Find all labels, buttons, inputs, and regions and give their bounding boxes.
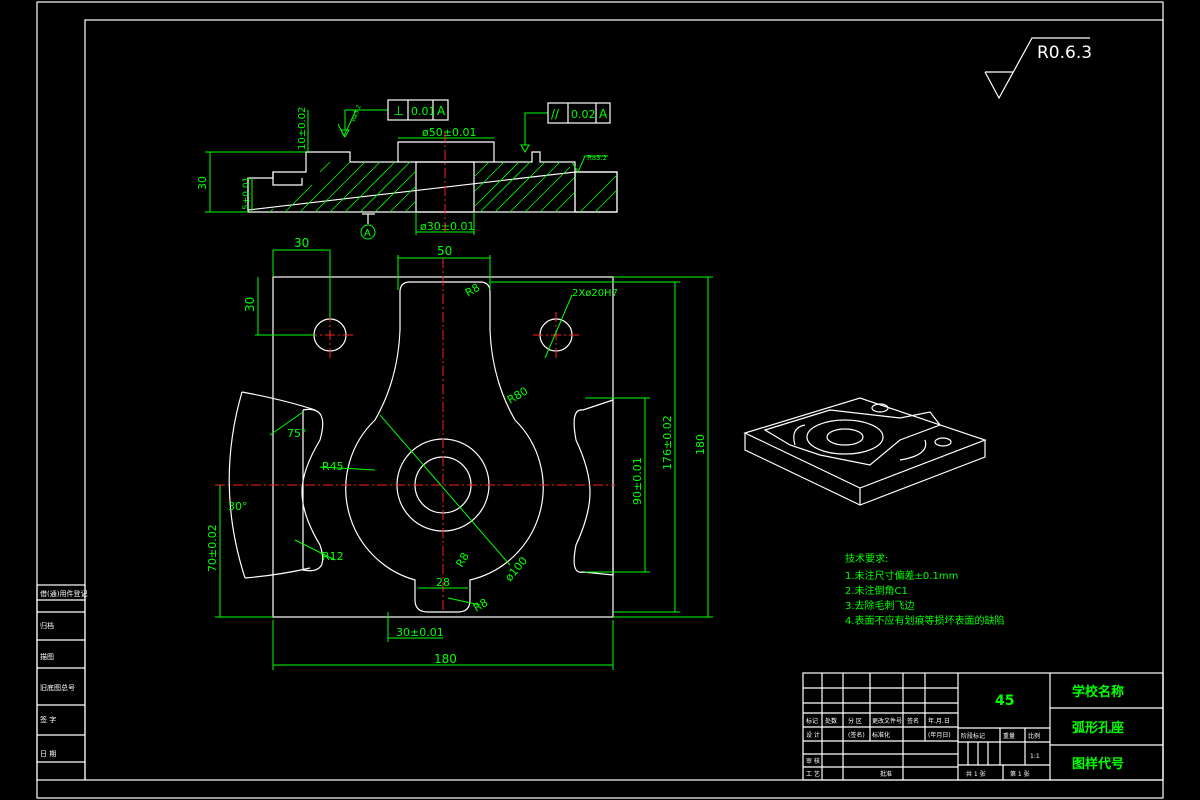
gtol-2-symbol: // <box>551 107 560 121</box>
dim-r8-a: R8 <box>453 550 472 569</box>
tb-label-stage: 阶段标记 <box>961 732 985 740</box>
dim-176: 176±0.02 <box>661 415 674 470</box>
sheet-border <box>36 1 1164 799</box>
gtol-1-datum: A <box>437 104 446 118</box>
tb-label-approve: 批准 <box>880 770 892 778</box>
dim-r8-top: R8 <box>463 281 482 300</box>
dim-left-30: 30 <box>243 297 257 312</box>
dim-section-30bore: ø30±0.01 <box>420 220 474 233</box>
left-table-cell-6: 日 期 <box>40 750 56 758</box>
dim-holes: 2Xø20H7 <box>572 288 618 299</box>
tb-label-mark: 标记 <box>806 717 818 725</box>
datum-a-label: A <box>364 228 371 239</box>
tb-label-process: 工 艺 <box>806 770 820 778</box>
title-material: 45 <box>995 693 1014 709</box>
tech-item-3: 3.去除毛刺飞边 <box>845 599 915 612</box>
dim-section-30: 30 <box>196 176 209 190</box>
dim-section-10: 10±0.02 <box>297 107 308 150</box>
tb-label-design: 设 计 <box>806 731 820 739</box>
left-table-cell-2: 归档 <box>40 621 54 630</box>
drawing-frame <box>84 19 1164 781</box>
dim-180-horizontal: 180 <box>434 652 457 666</box>
left-table-cell-4: 旧底图总号 <box>40 683 75 692</box>
title-block: 45 学校名称 弧形孔座 图样代号 标记 处数 分 区 更改文件号 签名 年.月… <box>802 672 1164 781</box>
gtol-2-value: 0.02 <box>571 108 596 121</box>
tb-sheet-no: 第 1 张 <box>1010 770 1030 778</box>
dim-d100: ø100 <box>502 554 530 584</box>
left-table-cell-3: 描图 <box>40 652 54 661</box>
left-table-cell-5: 签 字 <box>40 715 56 724</box>
dim-section-5: 5±0.01 <box>242 177 252 210</box>
datum-a-symbol: A <box>360 213 376 240</box>
left-table-cell-1: 借(通)用件登记 <box>40 589 87 598</box>
dim-70: 70±0.02 <box>206 524 219 572</box>
plan-view: 30 30 50 R8 2Xø20H7 R80 75° R45 30° R12 … <box>206 236 713 670</box>
roughness-small-1: Ra3.2 <box>337 104 364 138</box>
dim-30-bottom: 30±0.01 <box>396 626 444 639</box>
cad-drawing: R0.6.3 30 10±0.02 5±0.01 ø50±0.01 ø30±0.… <box>36 1 1164 799</box>
left-register-table: 借(通)用件登记 归档 描图 旧底图总号 签 字 日 期 <box>36 584 87 781</box>
dim-r8-b: R8 <box>471 596 490 615</box>
tb-label-scale: 比例 <box>1028 732 1040 740</box>
dim-90: 90±0.01 <box>631 457 644 505</box>
dim-angle-30: 30° <box>228 500 248 513</box>
dim-r12: R12 <box>322 550 344 563</box>
isometric-view <box>743 397 987 506</box>
dim-r45: R45 <box>322 460 344 473</box>
tb-label-ymd: (年月日) <box>928 731 951 739</box>
tb-label-signed: (签名) <box>848 731 865 739</box>
tech-item-4: 4.表面不应有划痕等损坏表面的缺陷 <box>845 614 1005 627</box>
tb-label-weight: 重量 <box>1003 732 1015 740</box>
title-drawing-no: 图样代号 <box>1072 756 1124 772</box>
tech-requirements: 技术要求: 1.未注尺寸偏差±0.1mm 2.未注倒角C1 3.去除毛刺飞边 4… <box>845 552 1005 627</box>
tb-label-date: 年.月.日 <box>928 717 950 725</box>
dim-28: 28 <box>436 576 450 589</box>
tb-scale-value: 1:1 <box>1030 753 1040 760</box>
tech-item-2: 2.未注倒角C1 <box>845 584 908 597</box>
dim-top-30: 30 <box>294 236 309 250</box>
gtol-frame-parallel: // 0.02 A <box>520 102 611 154</box>
dim-angle-75: 75° <box>287 427 307 440</box>
tb-label-standard: 标准化 <box>872 731 890 739</box>
tb-label-zone: 分 区 <box>848 717 862 725</box>
dim-r80: R80 <box>505 385 530 407</box>
roughness-small-1-label: Ra3.2 <box>350 104 363 123</box>
dim-top-50: 50 <box>437 244 452 258</box>
dim-section-50: ø50±0.01 <box>422 126 476 139</box>
tb-label-sign: 签名 <box>907 717 919 725</box>
tb-label-change: 更改文件号 <box>872 717 902 725</box>
roughness-main-label: R0.6.3 <box>1037 43 1092 63</box>
section-view: 30 10±0.02 5±0.01 ø50±0.01 ø30±0.01 ⊥ 0.… <box>196 99 618 240</box>
title-part-name: 弧形孔座 <box>1072 720 1124 736</box>
gtol-2-datum: A <box>599 107 608 121</box>
gtol-1-value: 0.01 <box>411 105 436 118</box>
arc-slot-right <box>573 399 614 576</box>
roughness-symbol-main: R0.6.3 <box>984 37 1092 100</box>
roughness-small-2: Ra3.2 <box>571 154 608 174</box>
tech-item-1: 1.未注尺寸偏差±0.1mm <box>845 569 958 582</box>
dim-180-vertical: 180 <box>694 434 707 455</box>
tb-sheets: 共 1 张 <box>966 770 986 778</box>
roughness-small-2-label: Ra3.2 <box>587 154 607 162</box>
title-school: 学校名称 <box>1072 684 1124 700</box>
tb-label-count: 处数 <box>825 717 837 725</box>
tech-title: 技术要求: <box>845 552 888 565</box>
gtol-1-symbol: ⊥ <box>393 104 404 119</box>
tb-label-review: 审 核 <box>806 757 820 765</box>
